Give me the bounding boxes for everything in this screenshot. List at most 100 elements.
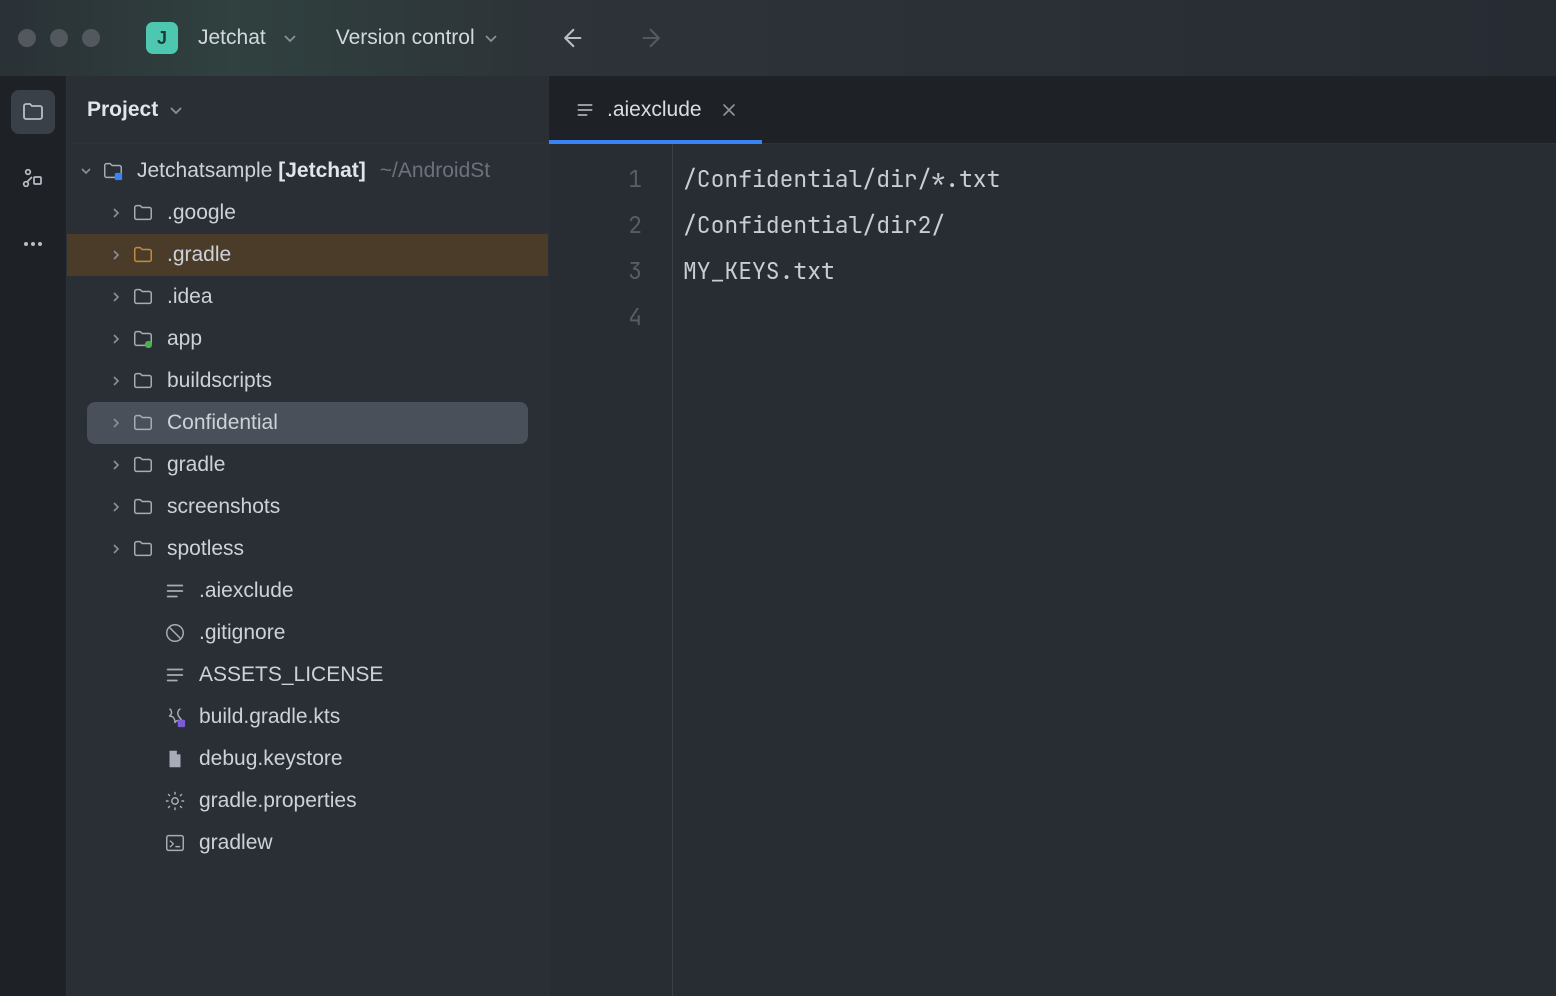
tree-item--aiexclude[interactable]: .aiexclude — [67, 570, 548, 612]
folder-icon — [131, 496, 155, 518]
chevron-right-icon[interactable] — [107, 458, 125, 472]
sidebar-header: Project — [67, 76, 548, 144]
editor-tab-aiexclude[interactable]: .aiexclude — [549, 76, 762, 143]
tree-item-label: ASSETS_LICENSE — [199, 663, 383, 687]
tree-item-label: screenshots — [167, 495, 280, 519]
tree-item-assets-license[interactable]: ASSETS_LICENSE — [67, 654, 548, 696]
line-number: 1 — [549, 156, 642, 202]
tree-item-label: spotless — [167, 537, 244, 561]
folder-icon — [131, 286, 155, 308]
textfile-icon — [163, 580, 187, 602]
project-dropdown[interactable]: Jetchat — [198, 26, 266, 50]
tree-item-debug-keystore[interactable]: debug.keystore — [67, 738, 548, 780]
shellfile-icon — [163, 832, 187, 854]
folder-icon — [131, 244, 155, 266]
text-file-icon — [575, 100, 595, 120]
line-number: 4 — [549, 294, 642, 340]
folder-icon — [131, 370, 155, 392]
close-tab-icon[interactable] — [722, 103, 736, 117]
chevron-right-icon[interactable] — [107, 206, 125, 220]
close-window-button[interactable] — [18, 29, 36, 47]
project-icon: J — [146, 22, 178, 54]
ktsfile-icon — [163, 706, 187, 728]
tree-item-label: .google — [167, 201, 236, 225]
chevron-down-icon[interactable] — [168, 102, 184, 118]
chevron-right-icon[interactable] — [107, 248, 125, 262]
folder-icon — [131, 202, 155, 224]
sidebar-title: Project — [87, 98, 158, 122]
nav-forward-button[interactable] — [639, 24, 667, 52]
tree-item-label: .gitignore — [199, 621, 285, 645]
textfile-icon — [163, 664, 187, 686]
tree-item-buildscripts[interactable]: buildscripts — [67, 360, 548, 402]
chevron-right-icon[interactable] — [107, 542, 125, 556]
line-number: 3 — [549, 248, 642, 294]
vcs-label: Version control — [336, 26, 475, 50]
chevron-right-icon[interactable] — [107, 500, 125, 514]
code-line[interactable]: /Confidential/dir2/ — [683, 202, 1556, 248]
tree-item-gradlew[interactable]: gradlew — [67, 822, 548, 864]
project-tool-button[interactable] — [11, 90, 55, 134]
folder-icon — [131, 538, 155, 560]
chevron-down-icon — [282, 30, 298, 46]
code-line[interactable]: /Confidential/dir/*.txt — [683, 156, 1556, 202]
editor-area: .aiexclude 1234 /Confidential/dir/*.txt/… — [549, 76, 1556, 996]
project-tree[interactable]: Jetchatsample [Jetchat] ~/AndroidSt .goo… — [67, 144, 548, 864]
folder-icon — [131, 454, 155, 476]
file-icon — [163, 748, 187, 770]
tree-item--idea[interactable]: .idea — [67, 276, 548, 318]
gearfile-icon — [163, 790, 187, 812]
maximize-window-button[interactable] — [82, 29, 100, 47]
module-icon — [131, 328, 155, 350]
tree-item-gradle-properties[interactable]: gradle.properties — [67, 780, 548, 822]
editor-content[interactable]: /Confidential/dir/*.txt/Confidential/dir… — [673, 144, 1556, 996]
tree-item-label: .gradle — [167, 243, 231, 267]
chevron-right-icon[interactable] — [107, 332, 125, 346]
tree-item-label: gradle — [167, 453, 225, 477]
tree-item--gradle[interactable]: .gradle — [67, 234, 548, 276]
project-name-label: Jetchat — [198, 26, 266, 49]
tree-item-spotless[interactable]: spotless — [67, 528, 548, 570]
tree-item--gitignore[interactable]: .gitignore — [67, 612, 548, 654]
tree-root-path: ~/AndroidSt — [380, 159, 490, 183]
structure-tool-button[interactable] — [11, 156, 55, 200]
minimize-window-button[interactable] — [50, 29, 68, 47]
project-folder-icon — [101, 160, 125, 182]
tree-item-label: gradle.properties — [199, 789, 357, 813]
tree-item-label: Confidential — [167, 411, 278, 435]
folder-icon — [131, 412, 155, 434]
editor-gutter: 1234 — [549, 144, 673, 996]
tool-rail — [0, 76, 67, 996]
chevron-right-icon[interactable] — [107, 374, 125, 388]
code-editor[interactable]: 1234 /Confidential/dir/*.txt/Confidentia… — [549, 144, 1556, 996]
tree-item--google[interactable]: .google — [67, 192, 548, 234]
titlebar: J Jetchat Version control — [0, 0, 1556, 76]
tree-item-gradle[interactable]: gradle — [67, 444, 548, 486]
tree-item-label: gradlew — [199, 831, 273, 855]
more-tools-button[interactable] — [11, 222, 55, 266]
tree-item-label: .idea — [167, 285, 213, 309]
tree-item-confidential[interactable]: Confidential — [87, 402, 528, 444]
chevron-right-icon[interactable] — [107, 290, 125, 304]
tree-item-label: buildscripts — [167, 369, 272, 393]
tab-name-label: .aiexclude — [607, 98, 702, 122]
tree-root-label: Jetchatsample [Jetchat] — [137, 159, 366, 183]
chevron-down-icon[interactable] — [77, 164, 95, 178]
vcs-dropdown[interactable]: Version control — [336, 26, 499, 50]
chevron-right-icon[interactable] — [107, 416, 125, 430]
code-line[interactable]: MY_KEYS.txt — [683, 248, 1556, 294]
tree-item-screenshots[interactable]: screenshots — [67, 486, 548, 528]
project-sidebar: Project Jetchatsample [Jetchat] ~/Androi… — [67, 76, 549, 996]
tree-root[interactable]: Jetchatsample [Jetchat] ~/AndroidSt — [67, 150, 548, 192]
tree-item-label: app — [167, 327, 202, 351]
chevron-down-icon — [483, 30, 499, 46]
nav-back-button[interactable] — [557, 24, 585, 52]
tree-item-label: .aiexclude — [199, 579, 294, 603]
window-controls — [18, 29, 100, 47]
line-number: 2 — [549, 202, 642, 248]
tree-item-build-gradle-kts[interactable]: build.gradle.kts — [67, 696, 548, 738]
ignorefile-icon — [163, 622, 187, 644]
tree-item-app[interactable]: app — [67, 318, 548, 360]
editor-tabs: .aiexclude — [549, 76, 1556, 144]
tree-item-label: build.gradle.kts — [199, 705, 340, 729]
